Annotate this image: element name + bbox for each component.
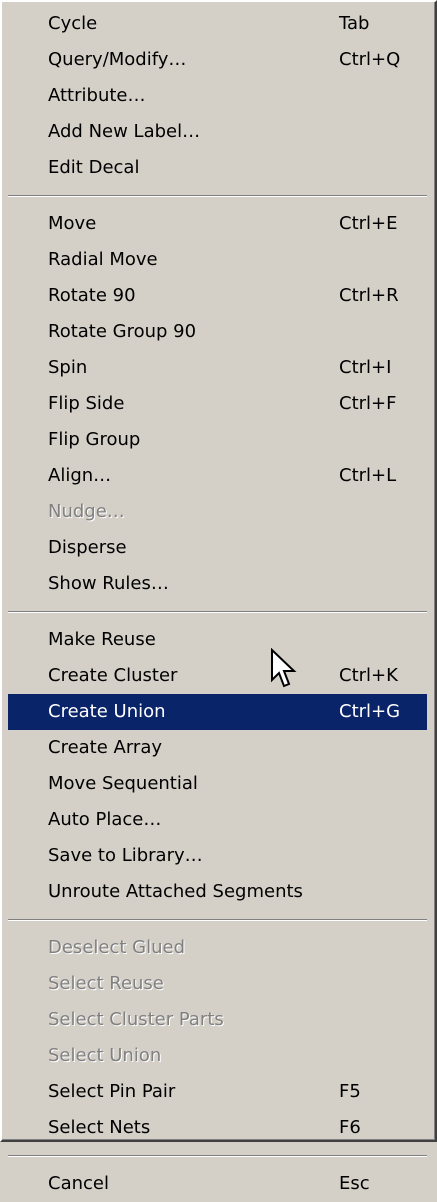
menu-item-flip-group[interactable]: Flip Group xyxy=(8,422,427,458)
menu-item-label: Cancel xyxy=(48,1173,109,1194)
menu-item-label: Move xyxy=(48,213,97,234)
menu-item-unroute-attached-segments[interactable]: Unroute Attached Segments xyxy=(8,874,427,910)
menu-item-create-cluster[interactable]: Create Cluster Ctrl+K xyxy=(8,658,427,694)
menu-item-shortcut: F5 xyxy=(339,1081,361,1102)
context-menu: Cycle Tab Query/Modify… Ctrl+Q Attribute… Add… xyxy=(0,0,437,1194)
menu-item-disperse[interactable]: Disperse xyxy=(8,530,427,566)
menu-item-select-reuse: Select Reuse xyxy=(8,966,427,1002)
menu-item-add-new-label[interactable]: Add New Label… xyxy=(8,114,427,150)
menu-item-shortcut: Ctrl+L xyxy=(339,465,397,486)
menu-item-shortcut: Ctrl+F xyxy=(339,393,397,414)
menu-item-show-rules[interactable]: Show Rules… xyxy=(8,566,427,602)
menu-item-label: Select Cluster Parts xyxy=(48,1009,224,1030)
menu-item-make-reuse[interactable]: Make Reuse xyxy=(8,622,427,658)
menu-item-shortcut: Ctrl+G xyxy=(339,701,401,722)
menu-item-move-sequential[interactable]: Move Sequential xyxy=(8,766,427,802)
menu-separator xyxy=(8,1146,427,1166)
menu-item-deselect-glued: Deselect Glued xyxy=(8,930,427,966)
menu-item-label: Rotate 90 xyxy=(48,285,136,306)
menu-item-label: Select Reuse xyxy=(48,973,164,994)
menu-item-shortcut: Tab xyxy=(339,13,370,34)
menu-item-shortcut: Esc xyxy=(339,1173,370,1194)
menu-item-label: Nudge… xyxy=(48,501,125,522)
menu-item-label: Disperse xyxy=(48,537,127,558)
menu-item-label: Deselect Glued xyxy=(48,937,185,958)
menu-item-cycle[interactable]: Cycle Tab xyxy=(8,6,427,42)
menu-item-flip-side[interactable]: Flip Side Ctrl+F xyxy=(8,386,427,422)
menu-item-shortcut: Ctrl+E xyxy=(339,213,398,234)
menu-item-create-array[interactable]: Create Array xyxy=(8,730,427,766)
menu-item-save-to-library[interactable]: Save to Library… xyxy=(8,838,427,874)
menu-item-label: Spin xyxy=(48,357,88,378)
menu-item-label: Select Union xyxy=(48,1045,162,1066)
menu-item-select-cluster-parts: Select Cluster Parts xyxy=(8,1002,427,1038)
menu-item-attribute[interactable]: Attribute… xyxy=(8,78,427,114)
menu-item-rotate-90[interactable]: Rotate 90 Ctrl+R xyxy=(8,278,427,314)
menu-item-edit-decal[interactable]: Edit Decal xyxy=(8,150,427,186)
menu-item-label: Add New Label… xyxy=(48,121,201,142)
menu-item-label: Move Sequential xyxy=(48,773,198,794)
menu-item-select-union: Select Union xyxy=(8,1038,427,1074)
menu-item-shortcut: Ctrl+K xyxy=(339,665,398,686)
menu-item-auto-place[interactable]: Auto Place… xyxy=(8,802,427,838)
menu-item-move[interactable]: Move Ctrl+E xyxy=(8,206,427,242)
menu-item-label: Show Rules… xyxy=(48,573,169,594)
menu-item-label: Auto Place… xyxy=(48,809,162,830)
menu-item-label: Flip Side xyxy=(48,393,125,414)
menu-item-align[interactable]: Align… Ctrl+L xyxy=(8,458,427,494)
menu-item-shortcut: Ctrl+I xyxy=(339,357,392,378)
menu-item-spin[interactable]: Spin Ctrl+I xyxy=(8,350,427,386)
menu-item-label: Create Array xyxy=(48,737,163,758)
menu-item-label: Create Cluster xyxy=(48,665,178,686)
menu-separator xyxy=(8,602,427,622)
menu-item-select-pin-pair[interactable]: Select Pin Pair F5 xyxy=(8,1074,427,1110)
menu-item-label: Save to Library… xyxy=(48,845,203,866)
menu-item-label: Flip Group xyxy=(48,429,141,450)
menu-item-shortcut: F6 xyxy=(339,1117,361,1138)
menu-item-radial-move[interactable]: Radial Move xyxy=(8,242,427,278)
menu-item-query-modify[interactable]: Query/Modify… Ctrl+Q xyxy=(8,42,427,78)
menu-item-nudge: Nudge… xyxy=(8,494,427,530)
menu-item-label: Radial Move xyxy=(48,249,158,270)
menu-item-create-union[interactable]: Create Union Ctrl+G xyxy=(8,694,427,730)
menu-item-label: Align… xyxy=(48,465,112,486)
menu-item-label: Create Union xyxy=(48,701,166,722)
menu-item-label: Unroute Attached Segments xyxy=(48,881,303,902)
menu-item-label: Query/Modify… xyxy=(48,49,187,70)
menu-separator xyxy=(8,910,427,930)
menu-item-label: Select Nets xyxy=(48,1117,151,1138)
menu-item-label: Rotate Group 90 xyxy=(48,321,197,342)
menu-item-cancel[interactable]: Cancel Esc xyxy=(8,1166,427,1202)
menu-item-label: Attribute… xyxy=(48,85,146,106)
menu-item-label: Cycle xyxy=(48,13,98,34)
menu-item-shortcut: Ctrl+R xyxy=(339,285,399,306)
menu-item-rotate-group-90[interactable]: Rotate Group 90 xyxy=(8,314,427,350)
menu-item-select-nets[interactable]: Select Nets F6 xyxy=(8,1110,427,1146)
menu-item-label: Edit Decal xyxy=(48,157,140,178)
menu-item-label: Make Reuse xyxy=(48,629,156,650)
menu-separator xyxy=(8,186,427,206)
menu-item-shortcut: Ctrl+Q xyxy=(339,49,401,70)
menu-item-label: Select Pin Pair xyxy=(48,1081,176,1102)
